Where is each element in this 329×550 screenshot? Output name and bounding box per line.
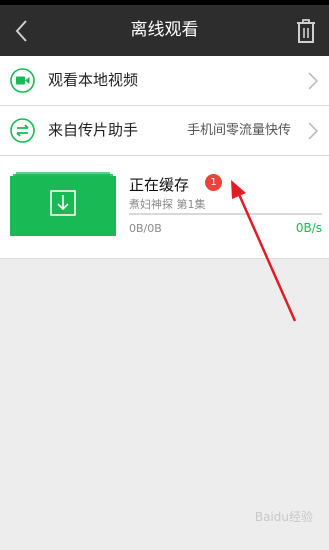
chevron-right-icon xyxy=(308,122,319,140)
menu-item-transfer-assistant[interactable]: 来自传片助手 手机间零流量快传 xyxy=(0,106,329,156)
count-badge: 1 xyxy=(205,174,222,191)
title-bar: 离线观看 xyxy=(0,5,329,56)
chevron-right-icon xyxy=(308,72,319,90)
download-folder-thumbnail xyxy=(10,172,116,236)
menu-item-label: 观看本地视频 xyxy=(48,71,139,89)
page-title: 离线观看 xyxy=(130,20,199,40)
download-speed: 0B/s xyxy=(295,221,322,235)
download-size: 0B/0B xyxy=(129,222,162,235)
menu-item-label: 来自传片助手 xyxy=(48,121,139,139)
menu-item-subtitle: 手机间零流量快传 xyxy=(186,123,291,138)
menu-item-local-video[interactable]: 观看本地视频 xyxy=(0,56,329,106)
progress-bar xyxy=(129,213,322,215)
trash-icon[interactable] xyxy=(293,16,319,46)
video-icon xyxy=(10,68,35,93)
download-title: 正在缓存 xyxy=(129,176,190,194)
download-subtitle: 煮妇神探 第1集 xyxy=(129,198,206,211)
watermark: Baidu经验 xyxy=(254,510,313,524)
download-item[interactable]: 正在缓存 1 煮妇神探 第1集 0B/0B 0B/s xyxy=(0,156,329,259)
transfer-icon xyxy=(10,118,35,143)
